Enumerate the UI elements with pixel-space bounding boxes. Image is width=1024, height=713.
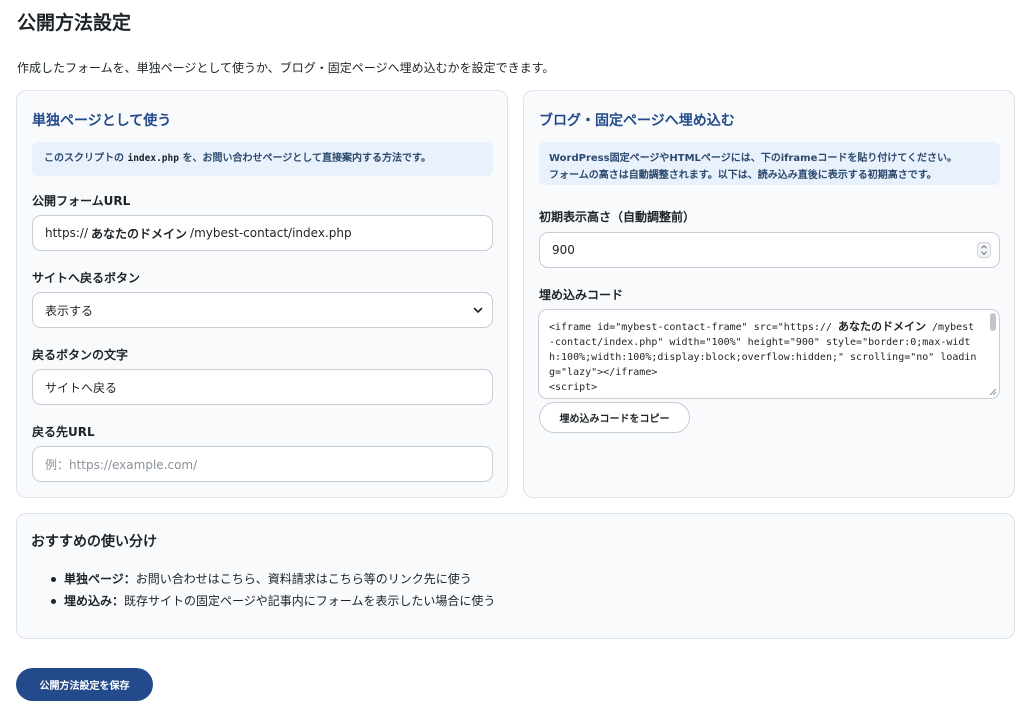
back-text-value: サイトへ戻る bbox=[45, 380, 118, 395]
back-url-placeholder: 例：https://example.com/ bbox=[45, 457, 198, 472]
publish-settings-page: 公開方法設定 作成したフォームを、単独ページとして使うか、ブログ・固定ページへ埋… bbox=[0, 0, 1024, 713]
back-text-label: 戻るボタンの文字 bbox=[32, 348, 129, 362]
resize-handle-icon[interactable] bbox=[989, 388, 997, 396]
back-button-select[interactable]: 表示する bbox=[32, 292, 493, 328]
embed-code-label: 埋め込みコード bbox=[539, 288, 624, 302]
recommendation-term: 埋め込み： bbox=[64, 594, 125, 608]
recommendation-text: お問い合わせはこちら、資料請求はこちら等のリンク先に使う bbox=[135, 572, 472, 586]
save-publish-settings-button[interactable]: 公開方法設定を保存 bbox=[16, 668, 153, 701]
standalone-info-pre: このスクリプトの bbox=[44, 153, 124, 164]
recommendation-list: 単独ページ： お問い合わせはこちら、資料請求はこちら等のリンク先に使う 埋め込み… bbox=[51, 568, 495, 612]
list-item: 単独ページ： お問い合わせはこちら、資料請求はこちら等のリンク先に使う bbox=[51, 568, 495, 590]
initial-height-value: 900 bbox=[552, 243, 575, 257]
recommendation-text: 既存サイトの固定ページや記事内にフォームを表示したい場合に使う bbox=[124, 594, 496, 608]
back-url-input[interactable]: 例：https://example.com/ bbox=[32, 446, 493, 482]
embed-code-domain: あなたのドメイン bbox=[838, 320, 926, 333]
textarea-scrollbar[interactable] bbox=[990, 313, 996, 331]
initial-height-label: 初期表示高さ（自動調整前） bbox=[539, 210, 696, 224]
number-stepper-icon[interactable] bbox=[977, 242, 991, 258]
recommendation-card: おすすめの使い分け 単独ページ： お問い合わせはこちら、資料請求はこちら等のリン… bbox=[16, 513, 1015, 639]
copy-embed-code-button[interactable]: 埋め込みコードをコピー bbox=[539, 402, 690, 433]
embed-code-part1: <iframe id="mybest-contact-frame" src="h… bbox=[549, 322, 832, 333]
embed-info-line2: フォームの高さは自動調整されます。以下は、読み込み直後に表示する初期高さです。 bbox=[549, 170, 937, 181]
recommendation-term: 単独ページ： bbox=[64, 572, 136, 586]
recommendation-heading: おすすめの使い分け bbox=[31, 534, 157, 550]
page-title: 公開方法設定 bbox=[17, 12, 132, 34]
embed-card: ブログ・固定ページへ埋め込む WordPress固定ページやHTMLページには、… bbox=[523, 90, 1015, 498]
embed-info: WordPress固定ページやHTMLページには、下のiframeコードを貼り付… bbox=[539, 142, 1000, 185]
standalone-info: このスクリプトの index.php を、お問い合わせページとして直接案内する方… bbox=[32, 142, 493, 176]
embed-info-line1: WordPress固定ページやHTMLページには、下のiframeコードを貼り付… bbox=[549, 153, 958, 164]
page-description: 作成したフォームを、単独ページとして使うか、ブログ・固定ページへ埋め込むかを設定… bbox=[17, 61, 555, 75]
standalone-info-post: を、お問い合わせページとして直接案内する方法です。 bbox=[182, 153, 431, 164]
public-url-field[interactable]: https:// あなたのドメイン /mybest-contact/index.… bbox=[32, 215, 493, 251]
bullet-icon bbox=[51, 598, 56, 604]
bullet-icon bbox=[51, 576, 56, 582]
standalone-info-code: index.php bbox=[127, 153, 179, 164]
embed-code-textarea[interactable]: <iframe id="mybest-contact-frame" src="h… bbox=[538, 309, 1000, 399]
standalone-heading: 単独ページとして使う bbox=[32, 113, 172, 129]
public-url-label: 公開フォームURL bbox=[32, 194, 131, 208]
public-url-domain: あなたのドメイン bbox=[91, 226, 188, 241]
list-item: 埋め込み： 既存サイトの固定ページや記事内にフォームを表示したい場合に使う bbox=[51, 590, 495, 612]
embed-heading: ブログ・固定ページへ埋め込む bbox=[539, 113, 735, 129]
initial-height-input[interactable]: 900 bbox=[539, 232, 1000, 268]
back-text-input[interactable]: サイトへ戻る bbox=[32, 369, 493, 405]
public-url-suffix: /mybest-contact/index.php bbox=[190, 226, 352, 240]
back-button-label: サイトへ戻るボタン bbox=[32, 271, 141, 285]
back-button-select-value: 表示する bbox=[45, 303, 94, 318]
embed-code-text: <iframe id="mybest-contact-frame" src="h… bbox=[539, 310, 999, 395]
standalone-card: 単独ページとして使う このスクリプトの index.php を、お問い合わせペー… bbox=[16, 90, 508, 498]
back-url-label: 戻る先URL bbox=[32, 425, 95, 439]
public-url-prefix: https:// bbox=[45, 226, 89, 240]
chevron-down-icon bbox=[473, 307, 483, 313]
